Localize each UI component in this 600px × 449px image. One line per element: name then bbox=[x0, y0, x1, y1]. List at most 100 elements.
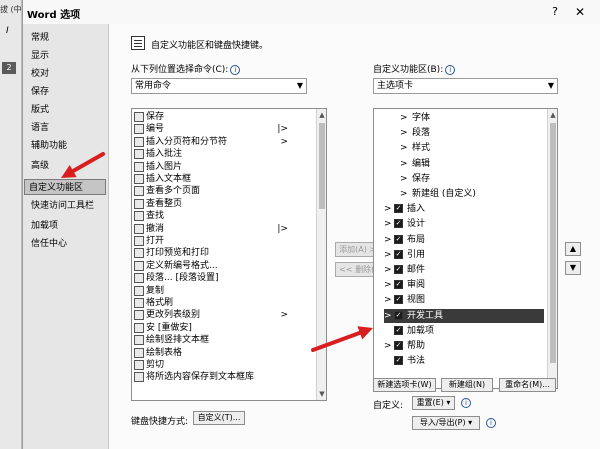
tab-checkbox[interactable]: ✓ bbox=[394, 280, 403, 290]
command-list-item[interactable]: 保存 bbox=[132, 111, 292, 123]
command-list-item[interactable]: 将所选内容保存到文本框库 bbox=[132, 371, 292, 383]
scroll-up-icon[interactable]: ▲ bbox=[548, 109, 557, 121]
tab-checkbox[interactable]: ✓ bbox=[394, 219, 403, 229]
ribbon-tab-item[interactable]: > ✓ 视图 bbox=[384, 293, 544, 307]
ribbon-group-item[interactable]: > 保存 bbox=[400, 172, 544, 186]
ribbon-tab-item[interactable]: ✓ 加载项 bbox=[384, 324, 544, 338]
tab-checkbox[interactable]: ✓ bbox=[394, 234, 403, 244]
reset-button[interactable]: 重置(E) ▾ bbox=[412, 396, 455, 410]
nav-item-proofing[interactable]: 校对 bbox=[27, 66, 105, 82]
scroll-up-icon[interactable]: ▲ bbox=[317, 109, 326, 121]
command-list-item[interactable]: 插入图片 bbox=[132, 161, 292, 173]
command-list-item[interactable]: 复制 bbox=[132, 285, 292, 297]
chevron-right-icon[interactable]: > bbox=[384, 278, 392, 292]
new-tab-button[interactable]: 新建选项卡(W) bbox=[373, 378, 436, 392]
commands-list[interactable]: 保存 编号 |> 插入分页符和分节符 > 插入批注 插入图片 插入文本框 查看多个页面 查看整页查… bbox=[131, 108, 327, 401]
command-list-item[interactable]: 查找 bbox=[132, 210, 292, 222]
chevron-right-icon[interactable]: > bbox=[384, 217, 392, 231]
command-list-item[interactable]: 打开 bbox=[132, 235, 292, 247]
command-list-item[interactable]: 打印预览和打印 bbox=[132, 247, 292, 259]
command-icon bbox=[134, 236, 144, 246]
chevron-right-icon[interactable]: > bbox=[400, 141, 408, 155]
chevron-right-icon[interactable]: > bbox=[384, 293, 392, 307]
nav-item-quick-access[interactable]: 快速访问工具栏 bbox=[27, 198, 105, 214]
ribbon-tab-item[interactable]: > ✓ 开发工具 bbox=[384, 308, 544, 323]
ribbon-group-item[interactable]: > 段落 bbox=[400, 126, 544, 140]
command-list-item[interactable]: 编号 |> bbox=[132, 123, 292, 135]
tab-checkbox[interactable]: ✓ bbox=[394, 204, 403, 214]
info-icon: i bbox=[230, 64, 241, 75]
chevron-right-icon[interactable]: > bbox=[384, 339, 392, 353]
customize-ribbon-select[interactable]: 主选项卡 ▼ bbox=[373, 78, 558, 94]
nav-item-general[interactable]: 常规 bbox=[27, 30, 105, 46]
ribbon-tree[interactable]: > 字体 > 段落 > 样式 > 编辑 > 保存 > 新建组 (自定义) > ✓ 插入 > ✓ 设计 > ✓ 布局 > ✓ 引… bbox=[373, 108, 558, 389]
chevron-right-icon[interactable]: > bbox=[400, 157, 408, 171]
scroll-down-icon[interactable]: ▼ bbox=[317, 388, 326, 400]
command-list-item[interactable]: 剪切 bbox=[132, 359, 292, 371]
nav-item-display[interactable]: 显示 bbox=[27, 48, 105, 64]
chevron-right-icon[interactable]: > bbox=[400, 126, 408, 140]
nav-item-advanced[interactable]: 高级 bbox=[27, 158, 105, 174]
chevron-right-icon[interactable]: > bbox=[400, 111, 408, 125]
tab-checkbox[interactable]: ✓ bbox=[394, 325, 403, 335]
tab-checkbox[interactable]: ✓ bbox=[394, 356, 403, 366]
tab-checkbox[interactable]: ✓ bbox=[394, 341, 403, 350]
nav-item-addins[interactable]: 加载项 bbox=[27, 218, 105, 234]
help-button[interactable]: ? bbox=[547, 4, 563, 20]
ribbon-group-item[interactable]: > 新建组 (自定义) bbox=[400, 187, 544, 201]
ribbon-tab-item[interactable]: > ✓ 插入 bbox=[384, 202, 544, 216]
tab-checkbox[interactable]: ✓ bbox=[394, 295, 403, 305]
ribbon-group-item[interactable]: > 样式 bbox=[400, 141, 544, 155]
scroll-thumb[interactable] bbox=[319, 123, 325, 209]
commands-scrollbar[interactable]: ▲ ▼ bbox=[316, 109, 326, 400]
chevron-right-icon[interactable]: > bbox=[384, 309, 392, 323]
nav-item-language[interactable]: 语言 bbox=[27, 120, 105, 136]
customize-shortcuts-button[interactable]: 自定义(T)... bbox=[193, 411, 245, 425]
chevron-right-icon[interactable]: > bbox=[384, 263, 392, 277]
chevron-right-icon[interactable]: > bbox=[384, 248, 392, 262]
close-button[interactable]: ✕ bbox=[571, 3, 589, 21]
ribbon-tab-item[interactable]: > ✓ 设计 bbox=[384, 217, 544, 231]
chevron-right-icon[interactable]: > bbox=[400, 187, 408, 201]
ribbon-tab-item[interactable]: ✓ 书法 bbox=[384, 354, 544, 368]
command-list-item[interactable]: 插入批注 bbox=[132, 148, 292, 160]
new-group-button[interactable]: 新建组(N) bbox=[441, 378, 493, 392]
command-list-item[interactable]: 插入分页符和分节符 > bbox=[132, 136, 292, 148]
rename-button[interactable]: 重命名(M)... bbox=[499, 378, 556, 392]
choose-commands-select[interactable]: 常用命令 ▼ bbox=[131, 78, 307, 94]
nav-item-customize-ribbon[interactable]: 自定义功能区 bbox=[24, 179, 106, 195]
ribbon-tab-item[interactable]: > ✓ 帮助 bbox=[384, 339, 544, 353]
ribbon-group-item[interactable]: > 字体 bbox=[400, 111, 544, 125]
nav-item-trust-center[interactable]: 信任中心 bbox=[27, 236, 105, 252]
ribbon-tab-item[interactable]: > ✓ 引用 bbox=[384, 248, 544, 262]
import-export-button[interactable]: 导入/导出(P) ▾ bbox=[412, 416, 480, 430]
scroll-thumb[interactable] bbox=[550, 123, 556, 363]
command-list-item[interactable]: 插入文本框 bbox=[132, 173, 292, 185]
command-list-item[interactable]: 更改列表级别 > bbox=[132, 309, 292, 321]
chevron-right-icon[interactable]: > bbox=[400, 172, 408, 186]
command-list-item[interactable]: 绘制竖排文本框 bbox=[132, 334, 292, 346]
command-list-item[interactable]: 安 [重做安] bbox=[132, 322, 292, 334]
command-list-item[interactable]: 查看多个页面 bbox=[132, 185, 292, 197]
ribbon-group-item[interactable]: > 编辑 bbox=[400, 157, 544, 171]
ribbon-tab-item[interactable]: > ✓ 布局 bbox=[384, 233, 544, 247]
ribbon-tab-item[interactable]: > ✓ 邮件 bbox=[384, 263, 544, 277]
nav-item-accessibility[interactable]: 辅助功能 bbox=[27, 138, 105, 154]
nav-item-save[interactable]: 保存 bbox=[27, 84, 105, 100]
tab-checkbox[interactable]: ✓ bbox=[394, 310, 403, 320]
tab-checkbox[interactable]: ✓ bbox=[394, 249, 403, 259]
tree-scrollbar[interactable]: ▲▼ bbox=[547, 109, 557, 388]
command-list-item[interactable]: 段落... [段落设置] bbox=[132, 272, 292, 284]
command-list-item[interactable]: 撤消 |> bbox=[132, 223, 292, 235]
ribbon-tab-item[interactable]: > ✓ 审阅 bbox=[384, 278, 544, 292]
tab-checkbox[interactable]: ✓ bbox=[394, 265, 403, 274]
chevron-right-icon[interactable]: > bbox=[384, 233, 392, 247]
nav-item-layout[interactable]: 版式 bbox=[27, 102, 105, 118]
move-up-button[interactable]: ▲ bbox=[565, 242, 581, 256]
command-list-item[interactable]: 查看整页 bbox=[132, 198, 292, 210]
command-list-item[interactable]: 绘制表格 bbox=[132, 347, 292, 359]
move-down-button[interactable]: ▼ bbox=[565, 261, 581, 275]
command-list-item[interactable]: 定义新编号格式... bbox=[132, 260, 292, 272]
chevron-right-icon[interactable]: > bbox=[384, 202, 392, 216]
command-list-item[interactable]: 格式刷 bbox=[132, 297, 292, 309]
